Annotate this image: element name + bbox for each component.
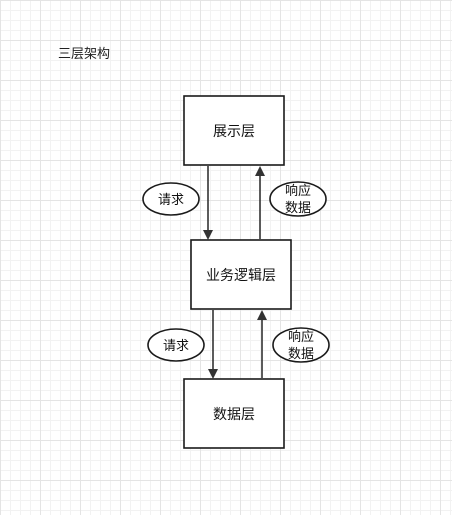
- data-layer-node[interactable]: 数据层: [183, 378, 285, 449]
- request-oval-bottom[interactable]: 请求: [147, 328, 205, 362]
- diagram-title: 三层架构: [58, 47, 110, 62]
- presentation-layer-node[interactable]: 展示层: [183, 95, 285, 166]
- response-label-bottom-line2: 数据: [288, 347, 314, 362]
- presentation-layer-label: 展示层: [213, 124, 255, 140]
- response-oval-bottom[interactable]: 响应 数据: [272, 327, 330, 363]
- response-label-top-line1: 响应: [285, 183, 311, 199]
- diagram-canvas: 三层架构 展示层 业务逻辑层 数据层 请求 响应 数据 请求 响应 数据: [58, 47, 330, 449]
- request-oval-top[interactable]: 请求: [142, 182, 200, 216]
- response-oval-top[interactable]: 响应 数据: [269, 181, 327, 217]
- business-layer-node[interactable]: 业务逻辑层: [190, 239, 292, 310]
- data-layer-label: 数据层: [213, 407, 255, 423]
- response-label-top-line2: 数据: [285, 201, 311, 216]
- business-layer-label: 业务逻辑层: [206, 268, 276, 284]
- request-label-top: 请求: [158, 193, 184, 208]
- response-label-bottom-line1: 响应: [288, 329, 314, 345]
- request-label-bottom: 请求: [163, 339, 189, 354]
